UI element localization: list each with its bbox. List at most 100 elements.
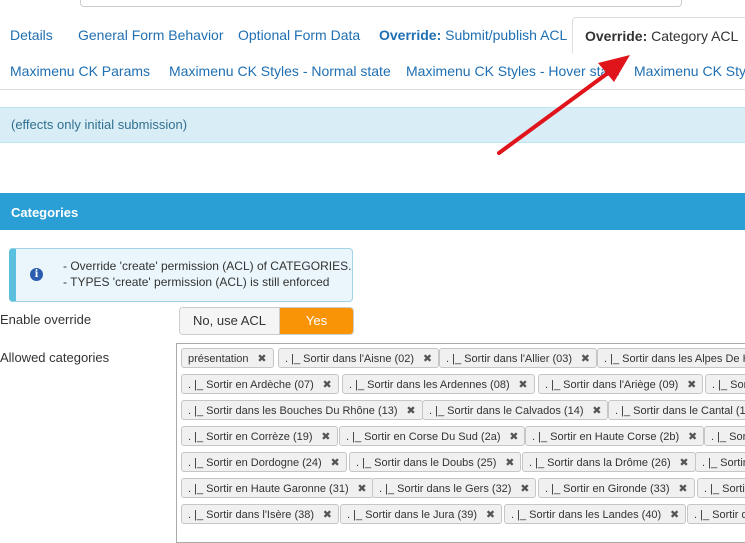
chip-label: . |_ Sortir en Corrèze (19) bbox=[188, 431, 313, 443]
tab-label: Maximenu CK Params bbox=[10, 63, 151, 79]
close-icon[interactable]: ✖ bbox=[357, 479, 366, 499]
close-icon[interactable]: ✖ bbox=[670, 505, 679, 525]
tab-row-primary: Details General Form Behavior Optional F… bbox=[0, 17, 745, 54]
option-no-use-acl[interactable]: No, use ACL bbox=[180, 308, 280, 334]
chip-label: . |_ Sortir dans l'Isère (38) bbox=[188, 509, 315, 521]
category-chip: . |_ Sortir dans le Doubs (25) ✖ bbox=[349, 452, 522, 473]
chip-label: . |_ Sortir d bbox=[694, 509, 745, 521]
tab-general-form-behavior[interactable]: General Form Behavior bbox=[78, 17, 224, 53]
chip-label: . |_ Sortir dans le Gers (32) bbox=[379, 483, 512, 495]
category-chip: . |_ Sortir en Dordogne (24) ✖ bbox=[181, 452, 347, 472]
tab-label: Optional Form Data bbox=[238, 27, 361, 43]
chip-label: . |_ Sortir dans le Jura (39) bbox=[347, 509, 478, 521]
close-icon[interactable]: ✖ bbox=[323, 505, 332, 525]
close-icon[interactable]: ✖ bbox=[406, 401, 415, 421]
category-chip: . |_ Sort bbox=[705, 374, 745, 394]
chip-label: . |_ Sortir en Gironde (33) bbox=[545, 483, 670, 495]
tab-maximenu-ck-style-truncated[interactable]: Maximenu CK Style bbox=[634, 53, 745, 89]
category-chip: . |_ Sortir en Gironde (33) ✖ bbox=[538, 478, 695, 498]
tab-maximenu-ck-params[interactable]: Maximenu CK Params bbox=[10, 53, 150, 89]
chip-label: . |_ Sortir en Haute Garonne (31) bbox=[188, 483, 349, 495]
close-icon[interactable]: ✖ bbox=[330, 453, 339, 473]
close-icon[interactable]: ✖ bbox=[486, 505, 495, 525]
chip-label: . |_ Sort bbox=[711, 431, 745, 443]
tab-override-submit-publish-acl[interactable]: Override: Submit/publish ACL bbox=[379, 17, 567, 53]
close-icon[interactable]: ✖ bbox=[679, 453, 688, 473]
info-strip: (effects only initial submission) bbox=[0, 107, 745, 143]
tab-label: Maximenu CK Styles - Hover state bbox=[406, 63, 620, 79]
tab-label: Category ACL bbox=[651, 28, 739, 44]
chip-label: . |_ Sortir dans les Alpes De H bbox=[604, 353, 745, 365]
note-line-2: - TYPES 'create' permission (ACL) is sti… bbox=[63, 275, 330, 289]
chip-label: . |_ Sortir en Haute Corse (2b) bbox=[532, 431, 680, 443]
enable-override-toggle: No, use ACL Yes bbox=[179, 307, 354, 335]
tab-details[interactable]: Details bbox=[10, 17, 53, 53]
chip-label: . |_ Sortir bbox=[702, 457, 745, 469]
chip-label: . |_ Sortir dans l'Aisne (02) bbox=[285, 353, 415, 365]
category-chip: . |_ Sortir dans le Jura (39) ✖ bbox=[340, 504, 503, 525]
category-chip: . |_ Sortir en Corse Du Sud (2a) ✖ bbox=[339, 426, 526, 447]
category-chip: . |_ Sortir dans l'Isère (38) ✖ bbox=[181, 504, 340, 525]
chip-label: . |_ Sortir dans la Drôme (26) bbox=[529, 457, 671, 469]
info-icon: i bbox=[30, 268, 43, 281]
chip-label: . |_ Sortir dans les Ardennes (08) bbox=[349, 379, 510, 391]
allowed-categories-multiselect[interactable]: présentation ✖ . |_ Sortir dans l'Aisne (… bbox=[176, 343, 745, 543]
category-chip: . |_ Sortir en Corrèze (19) ✖ bbox=[181, 426, 338, 446]
category-chip: . |_ Sortir bbox=[697, 478, 745, 498]
chip-label: . |_ Sortir dans les Bouches Du Rhône (1… bbox=[188, 405, 398, 417]
chip-label: . |_ Sortir dans l'Ariège (09) bbox=[545, 379, 679, 391]
close-icon[interactable]: ✖ bbox=[323, 375, 332, 395]
tab-override-category-acl[interactable]: Override: Category ACL bbox=[572, 17, 745, 54]
tab-optional-form-data[interactable]: Optional Form Data bbox=[238, 17, 360, 53]
chip-label: . |_ Sortir dans le Cantal (15 bbox=[615, 405, 745, 417]
tab-maximenu-ck-styles-hover[interactable]: Maximenu CK Styles - Hover state bbox=[406, 53, 620, 89]
category-chip: . |_ Sortir dans le Calvados (14) ✖ bbox=[422, 400, 609, 421]
option-yes[interactable]: Yes bbox=[280, 308, 353, 334]
category-chip: . |_ Sortir dans le Cantal (15 bbox=[608, 400, 745, 420]
category-chip: . |_ Sortir en Ardèche (07) ✖ bbox=[181, 374, 339, 394]
category-chip: . |_ Sortir dans les Bouches Du Rhône (1… bbox=[181, 400, 423, 420]
close-icon[interactable]: ✖ bbox=[592, 401, 601, 421]
chip-label: présentation bbox=[188, 353, 249, 365]
tab-label: Maximenu CK Styles - Normal state bbox=[169, 63, 391, 79]
close-icon[interactable]: ✖ bbox=[687, 375, 696, 395]
close-icon[interactable]: ✖ bbox=[678, 479, 687, 499]
category-chip: . |_ Sortir bbox=[695, 452, 745, 472]
category-chip: . |_ Sortir en Haute Corse (2b) ✖ bbox=[525, 426, 705, 447]
tab-label: Maximenu CK Style bbox=[634, 63, 745, 79]
tab-maximenu-ck-styles-normal[interactable]: Maximenu CK Styles - Normal state bbox=[169, 53, 391, 89]
category-chip: . |_ Sortir d bbox=[687, 504, 745, 524]
close-icon[interactable]: ✖ bbox=[321, 427, 330, 447]
category-chip: . |_ Sortir dans l'Allier (03) ✖ bbox=[439, 348, 598, 369]
allowed-categories-label: Allowed categories bbox=[0, 350, 110, 365]
close-icon[interactable]: ✖ bbox=[520, 479, 529, 499]
chip-label: . |_ Sortir dans l'Allier (03) bbox=[446, 353, 573, 365]
info-note: i - Override 'create' permission (ACL) o… bbox=[9, 248, 353, 302]
enable-override-label: Enable override bbox=[0, 312, 92, 327]
chip-label: . |_ Sortir en Corse Du Sud (2a) bbox=[346, 431, 501, 443]
close-icon[interactable]: ✖ bbox=[688, 427, 697, 447]
top-bar-edge bbox=[80, 0, 682, 7]
close-icon[interactable]: ✖ bbox=[423, 349, 432, 369]
close-icon[interactable]: ✖ bbox=[257, 349, 266, 369]
chip-label: . |_ Sortir bbox=[704, 483, 745, 495]
category-chip: . |_ Sortir dans les Alpes De H bbox=[597, 348, 745, 368]
chip-label: . |_ Sort bbox=[712, 379, 745, 391]
category-chip: . |_ Sortir en Haute Garonne (31) ✖ bbox=[181, 478, 374, 498]
close-icon[interactable]: ✖ bbox=[505, 453, 514, 473]
chip-label: . |_ Sortir en Ardèche (07) bbox=[188, 379, 314, 391]
category-chip: . |_ Sortir dans les Ardennes (08) ✖ bbox=[342, 374, 535, 394]
close-icon[interactable]: ✖ bbox=[509, 427, 518, 447]
chip-label: . |_ Sortir en Dordogne (24) bbox=[188, 457, 322, 469]
note-line-1: - Override 'create' permission (ACL) of … bbox=[63, 259, 352, 273]
chip-label: . |_ Sortir dans le Doubs (25) bbox=[356, 457, 497, 469]
close-icon[interactable]: ✖ bbox=[518, 375, 527, 395]
category-chip: . |_ Sortir dans l'Ariège (09) ✖ bbox=[538, 374, 704, 395]
category-chip: . |_ Sortir dans le Gers (32) ✖ bbox=[372, 478, 537, 499]
chip-label: . |_ Sortir dans les Landes (40) bbox=[511, 509, 662, 521]
tab-label-prefix: Override: bbox=[585, 28, 648, 44]
tab-label: General Form Behavior bbox=[78, 27, 224, 43]
close-icon[interactable]: ✖ bbox=[581, 349, 590, 369]
chip-label: . |_ Sortir dans le Calvados (14) bbox=[429, 405, 584, 417]
category-chip: . |_ Sortir dans la Drôme (26) ✖ bbox=[522, 452, 696, 472]
